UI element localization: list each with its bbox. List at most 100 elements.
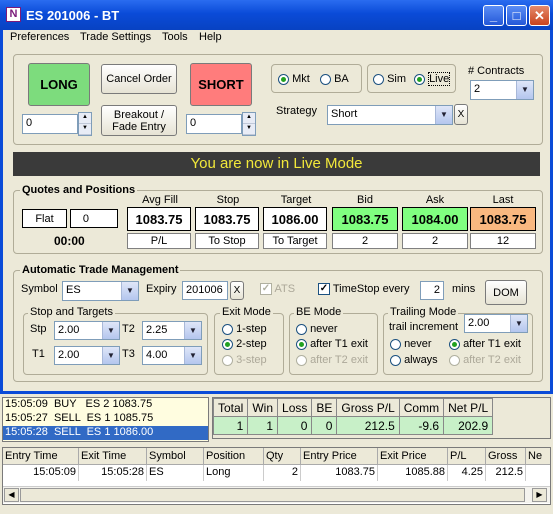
trail-after-t1[interactable]: after T1 exit	[449, 338, 521, 350]
col-exit-price[interactable]: Exit Price	[378, 448, 448, 464]
trail-after-t2[interactable]: after T2 exit	[449, 354, 521, 366]
position-status: Flat	[22, 209, 67, 228]
scrollbar-thumb[interactable]	[20, 488, 525, 502]
trail-increment-label: trail increment	[389, 321, 459, 333]
order-type-ba[interactable]: BA	[320, 73, 349, 85]
col-pl[interactable]: P/L	[448, 448, 486, 464]
position-qty: 0	[70, 209, 118, 228]
dom-button[interactable]: DOM	[485, 280, 527, 305]
chevron-down-icon: ▼	[102, 322, 119, 339]
trail-increment-select[interactable]: 2.00 ▼	[464, 314, 528, 333]
trail-never[interactable]: never	[390, 338, 432, 350]
cell-entry-price: 1083.75	[301, 465, 378, 481]
stats-header-comm: Comm	[398, 398, 445, 417]
strategy-clear-button[interactable]: X	[454, 104, 468, 125]
short-qty-input[interactable]: 0	[186, 114, 242, 134]
col-exit-time[interactable]: Exit Time	[79, 448, 147, 464]
col-qty[interactable]: Qty	[264, 448, 301, 464]
mins-label: mins	[452, 283, 476, 295]
chevron-down-icon: ▼	[102, 347, 119, 364]
table-row[interactable]: 15:05:09 15:05:28 ES Long 2 1083.75 1085…	[3, 465, 550, 481]
long-qty-spinner[interactable]: ▲ ▼	[78, 112, 92, 136]
breakout-fade-button[interactable]: Breakout / Fade Entry	[101, 105, 177, 136]
scroll-right-icon[interactable]: ▶	[532, 488, 547, 502]
short-qty-spinner[interactable]: ▲ ▼	[242, 112, 256, 136]
cell-gross: 212.5	[486, 465, 526, 481]
short-button[interactable]: SHORT	[190, 63, 252, 106]
exit-mode-3step[interactable]: 3-step	[222, 354, 267, 366]
expiry-label: Expiry	[146, 283, 177, 295]
t1-select[interactable]: 2.00 ▼	[54, 346, 120, 365]
cell-symbol: ES	[147, 465, 204, 481]
long-button[interactable]: LONG	[28, 63, 90, 106]
log-row-selected[interactable]: 15:05:28 SELL ES 1 1086.00	[3, 426, 208, 440]
col-entry-time[interactable]: Entry Time	[3, 448, 79, 464]
strategy-label: Strategy	[276, 105, 317, 117]
to-stop-label: To Stop	[195, 233, 259, 249]
be-mode-never[interactable]: never	[296, 323, 338, 335]
exit-mode-1step[interactable]: 1-step	[222, 323, 267, 335]
ats-checkbox[interactable]: ✓ ATS	[260, 283, 295, 296]
log-row[interactable]: 15:05:09 BUY ES 2 1083.75	[3, 398, 208, 412]
minimize-button[interactable]: _	[483, 5, 504, 26]
long-qty-input[interactable]: 0	[22, 114, 78, 134]
last-value: 1083.75	[470, 207, 536, 231]
menu-help[interactable]: Help	[199, 31, 222, 43]
be-mode-after-t1[interactable]: after T1 exit	[296, 338, 368, 350]
header-last: Last	[492, 194, 514, 206]
t2-label: T2	[122, 323, 135, 335]
mode-sim[interactable]: Sim	[373, 73, 406, 85]
close-button[interactable]: ✕	[529, 5, 550, 26]
header-ask: Ask	[425, 194, 445, 206]
strategy-select[interactable]: Short ▼	[327, 105, 453, 125]
cell-exit-time: 15:05:28	[79, 465, 147, 481]
expiry-input[interactable]: 201006	[182, 281, 228, 300]
menu-tools[interactable]: Tools	[162, 31, 188, 43]
app-icon: N	[6, 7, 21, 22]
t3-select[interactable]: 4.00 ▼	[142, 346, 202, 365]
mode-live[interactable]: Live	[414, 72, 451, 86]
ask-size: 2	[402, 233, 468, 249]
timestop-input[interactable]: 2	[420, 281, 444, 300]
contracts-select[interactable]: 2 ▼	[470, 80, 534, 100]
stp-select[interactable]: 2.00 ▼	[54, 321, 120, 340]
chevron-down-icon: ▼	[184, 347, 201, 364]
header-avg-fill: Avg Fill	[142, 194, 178, 206]
maximize-button[interactable]: □	[506, 5, 527, 26]
timestop-checkbox[interactable]: ✓ TimeStop every	[318, 283, 409, 296]
trade-log[interactable]: 15:05:09 BUY ES 2 1083.75 15:05:27 SELL …	[2, 397, 209, 442]
exit-mode-title: Exit Mode	[220, 306, 273, 318]
symbol-select[interactable]: ES ▼	[62, 281, 139, 301]
col-entry-price[interactable]: Entry Price	[301, 448, 378, 464]
col-net[interactable]: Ne	[526, 448, 546, 464]
col-position[interactable]: Position	[204, 448, 264, 464]
trail-always[interactable]: always	[390, 354, 438, 366]
header-bid: Bid	[357, 194, 373, 206]
chevron-down-icon: ▼	[121, 282, 138, 300]
trades-grid[interactable]: Entry Time Exit Time Symbol Position Qty…	[2, 447, 551, 505]
t1-label: T1	[32, 348, 45, 360]
last-size: 12	[470, 233, 536, 249]
scroll-left-icon[interactable]: ◀	[4, 488, 19, 502]
stats-header-total: Total	[213, 398, 249, 417]
stats-header-win: Win	[247, 398, 279, 417]
log-row[interactable]: 15:05:27 SELL ES 1 1085.75	[3, 412, 208, 426]
col-gross[interactable]: Gross	[486, 448, 526, 464]
trailing-mode-title: Trailing Mode	[388, 306, 459, 318]
pl-label: P/L	[127, 233, 191, 249]
menu-trade-settings[interactable]: Trade Settings	[80, 31, 151, 43]
t2-select[interactable]: 2.25 ▼	[142, 321, 202, 340]
stop-value: 1083.75	[195, 207, 259, 231]
expiry-clear-button[interactable]: X	[230, 281, 244, 300]
cancel-order-button[interactable]: Cancel Order	[101, 64, 177, 94]
stats-header-loss: Loss	[277, 398, 313, 417]
horizontal-scrollbar[interactable]: ◀ ▶	[3, 486, 550, 503]
col-symbol[interactable]: Symbol	[147, 448, 204, 464]
menu-preferences[interactable]: Preferences	[10, 31, 69, 43]
be-mode-after-t2[interactable]: after T2 exit	[296, 354, 368, 366]
stats-total: 1	[213, 416, 249, 435]
exit-mode-2step[interactable]: 2-step	[222, 338, 267, 350]
trades-grid-header: Entry Time Exit Time Symbol Position Qty…	[3, 448, 550, 465]
quotes-title: Quotes and Positions	[20, 184, 138, 196]
order-type-mkt[interactable]: Mkt	[278, 73, 310, 85]
